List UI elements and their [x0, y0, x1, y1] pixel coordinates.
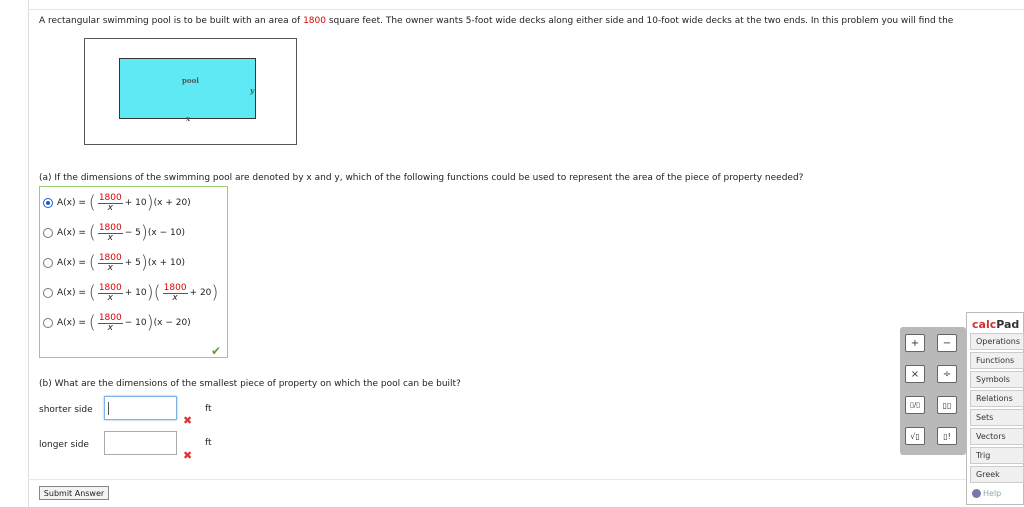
answer-choices: A(x) = (1800 x + 10) (x + 20) A(x) = (1800 x… — [39, 186, 228, 358]
radio-button[interactable] — [43, 258, 53, 268]
area-value: 1800 — [303, 16, 326, 26]
choice-2[interactable]: A(x) = (1800 x − 5) (x − 10) — [43, 221, 185, 245]
part-b-question: (b) What are the dimensions of the small… — [39, 379, 461, 389]
longer-side-input[interactable] — [104, 431, 177, 455]
tab-relations[interactable]: Relations — [970, 390, 1024, 407]
radio-button-selected[interactable] — [43, 198, 53, 208]
bottom-divider — [28, 479, 1024, 480]
factorial-key[interactable]: ▯! — [937, 427, 957, 445]
divide-key[interactable]: ÷ — [937, 365, 957, 383]
radio-button[interactable] — [43, 318, 53, 328]
part-a-question: (a) If the dimensions of the swimming po… — [39, 173, 804, 183]
shorter-side-label: shorter side — [39, 405, 93, 415]
calcpad-title: calcPad — [972, 318, 1020, 331]
longer-side-label: longer side — [39, 440, 89, 450]
tab-symbols[interactable]: Symbols — [970, 371, 1024, 388]
tab-vectors[interactable]: Vectors — [970, 428, 1024, 445]
choice-5[interactable]: A(x) = (1800 x − 10) (x − 20) — [43, 311, 191, 335]
choice-1[interactable]: A(x) = (1800 x + 10) (x + 20) — [43, 191, 191, 215]
tab-functions[interactable]: Functions — [970, 352, 1024, 369]
incorrect-x-icon: ✖ — [183, 449, 193, 462]
exponent-key[interactable]: ▯▯ — [937, 396, 957, 414]
y-dimension-label: y — [250, 86, 255, 95]
pool-rectangle: pool x y — [119, 58, 256, 123]
incorrect-x-icon: ✖ — [183, 414, 193, 427]
tab-trig[interactable]: Trig — [970, 447, 1024, 464]
choice-4[interactable]: A(x) = (1800 x + 10)(1800 x + 20) — [43, 281, 218, 305]
fraction-key[interactable]: ▯/▯ — [905, 396, 925, 414]
pool-label: pool — [182, 76, 199, 85]
minus-key[interactable]: − — [937, 334, 957, 352]
top-divider — [28, 9, 1024, 10]
choice-3[interactable]: A(x) = (1800 x + 5) (x + 10) — [43, 251, 185, 275]
tab-operations[interactable]: Operations — [970, 333, 1024, 350]
shorter-unit: ft — [205, 404, 212, 414]
shorter-side-input[interactable] — [104, 396, 177, 420]
plus-key[interactable]: + — [905, 334, 925, 352]
help-icon — [972, 489, 981, 498]
calcpad-keypad: + − × ÷ ▯/▯ ▯▯ √▯ ▯! — [900, 327, 966, 455]
correct-check-icon: ✔ — [211, 344, 222, 358]
sqrt-key[interactable]: √▯ — [905, 427, 925, 445]
radio-button[interactable] — [43, 228, 53, 238]
submit-answer-button[interactable]: Submit Answer — [39, 486, 109, 500]
longer-unit: ft — [205, 438, 212, 448]
text-cursor — [108, 402, 109, 415]
calcpad-panel: calcPad Operations Functions Symbols Rel… — [966, 312, 1024, 505]
radio-button[interactable] — [43, 288, 53, 298]
pool-diagram: pool x y — [84, 38, 297, 145]
times-key[interactable]: × — [905, 365, 925, 383]
tab-sets[interactable]: Sets — [970, 409, 1024, 426]
x-dimension-label: x — [186, 114, 191, 123]
tab-greek[interactable]: Greek — [970, 466, 1024, 483]
problem-statement: A rectangular swimming pool is to be bui… — [39, 16, 954, 26]
help-link[interactable]: Help — [972, 489, 1001, 498]
